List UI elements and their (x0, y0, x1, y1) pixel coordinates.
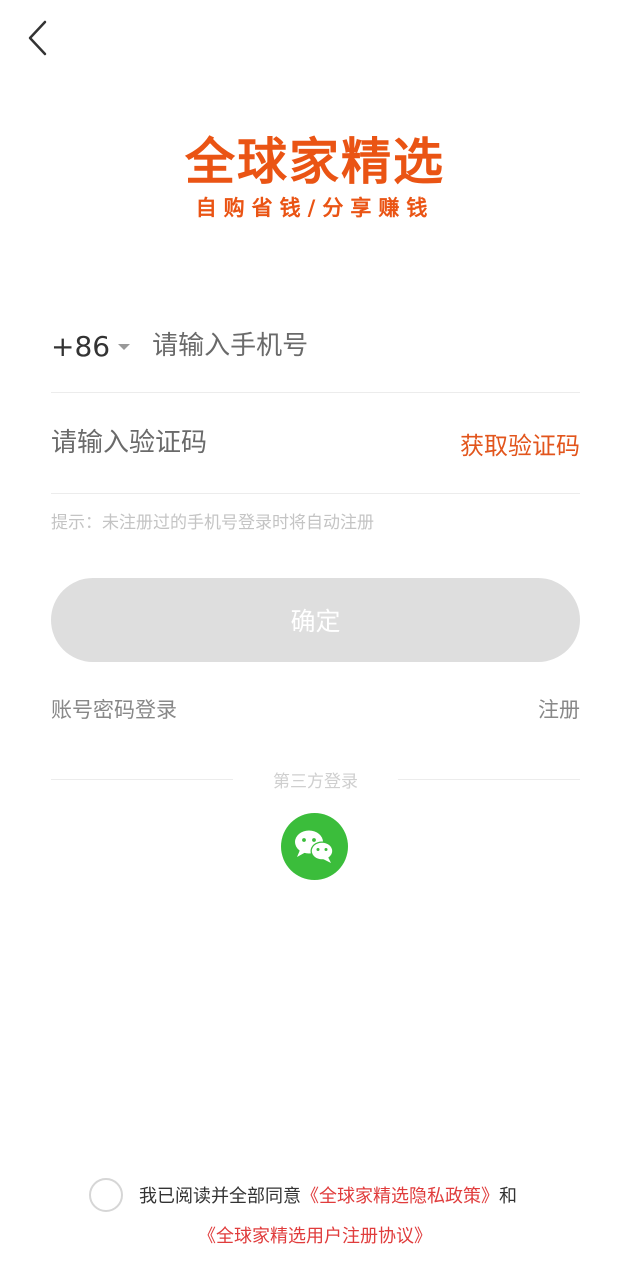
third-party-label: 第三方登录 (273, 771, 358, 792)
confirm-button[interactable]: 确定 (51, 578, 580, 662)
login-links: 账号密码登录 注册 (51, 694, 580, 724)
back-button[interactable] (18, 16, 62, 60)
user-agreement-link[interactable]: 《全球家精选用户注册协议》 (198, 1226, 432, 1247)
agreement-connector: 和 (499, 1186, 517, 1207)
verification-code-input[interactable] (51, 428, 391, 458)
wechat-login-button[interactable] (281, 813, 348, 880)
agreement-text: 我已阅读并全部同意《全球家精选隐私政策》和 (139, 1182, 517, 1208)
divider-line-right (398, 778, 580, 780)
agree-checkbox[interactable] (89, 1178, 123, 1212)
register-link[interactable]: 注册 (538, 694, 580, 724)
logo-title: 全球家精选 (185, 133, 445, 191)
third-party-divider: 第三方登录 (51, 766, 580, 792)
caret-down-icon (118, 344, 131, 350)
divider-line-left (51, 778, 233, 780)
agreement-prefix: 我已阅读并全部同意 (139, 1186, 301, 1207)
country-code-selector[interactable]: +86 (51, 329, 131, 363)
chevron-left-icon (28, 20, 47, 56)
agreement-line-2: 《全球家精选用户注册协议》 (0, 1222, 630, 1248)
country-code-label: +86 (51, 329, 111, 363)
verification-code-row: 获取验证码 (51, 393, 580, 494)
agreement-line-1: 我已阅读并全部同意《全球家精选隐私政策》和 (89, 1178, 517, 1212)
wechat-icon (295, 830, 334, 863)
phone-input[interactable] (152, 331, 553, 361)
register-hint: 提示：未注册过的手机号登录时将自动注册 (51, 513, 374, 533)
app-logo: 全球家精选 自购省钱/分享赚钱 (0, 132, 630, 222)
password-login-link[interactable]: 账号密码登录 (51, 694, 177, 724)
phone-row: +86 (51, 300, 580, 393)
logo-slogan: 自购省钱/分享赚钱 (195, 196, 435, 220)
get-code-button[interactable]: 获取验证码 (460, 426, 580, 461)
privacy-policy-link[interactable]: 《全球家精选隐私政策》 (301, 1186, 499, 1207)
